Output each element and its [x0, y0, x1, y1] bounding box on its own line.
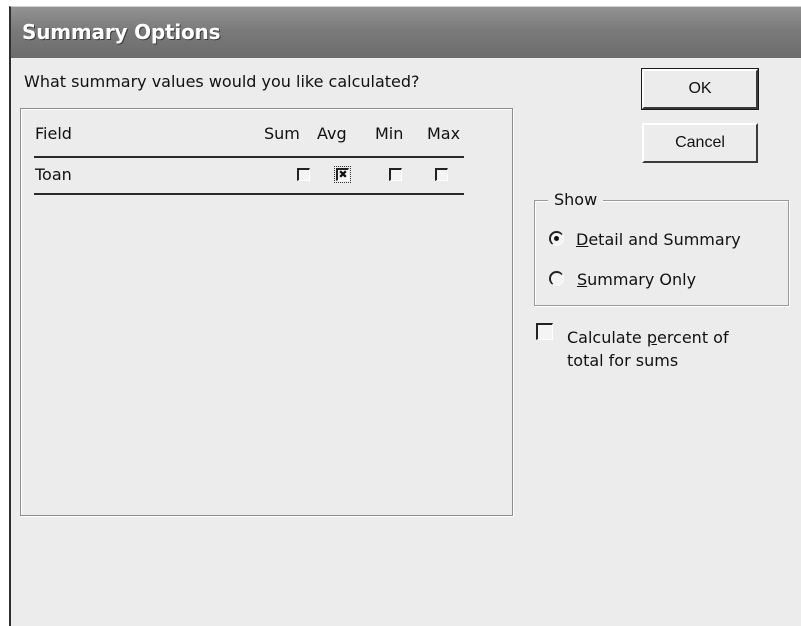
summary-only-label[interactable]: Summary Only — [577, 270, 696, 289]
detail-and-summary-label[interactable]: Detail and Summary — [576, 230, 741, 249]
percent-mnemonic: p — [646, 328, 657, 347]
detail-mnemonic: D — [576, 230, 589, 249]
calculate-percent-label[interactable]: Calculate percent of total for sums — [567, 326, 729, 372]
column-header-sum: Sum — [264, 124, 300, 143]
detail-label-rest: etail and Summary — [588, 230, 741, 249]
ok-button[interactable]: OK — [641, 68, 759, 110]
dialog-title: Summary Options — [22, 20, 221, 44]
percent-suffix: ercent of — [656, 328, 729, 347]
calculate-percent-checkbox[interactable] — [536, 323, 553, 340]
column-header-max: Max — [427, 124, 461, 143]
summary-mnemonic: S — [577, 270, 588, 289]
calculate-percent-line2: total for sums — [567, 351, 679, 370]
show-groupbox — [534, 200, 789, 306]
column-header-min: Min — [375, 124, 404, 143]
cancel-button[interactable]: Cancel — [642, 123, 758, 163]
summary-only-radio[interactable] — [549, 271, 564, 286]
header-divider — [34, 156, 464, 158]
field-name-toan: Toan — [35, 165, 72, 184]
title-bar[interactable]: Summary Options — [11, 7, 801, 58]
show-group-legend: Show — [548, 190, 604, 209]
avg-checkbox[interactable]: ✖ — [334, 166, 351, 183]
detail-and-summary-radio[interactable] — [549, 231, 564, 246]
column-header-field: Field — [35, 124, 72, 143]
max-checkbox[interactable] — [435, 168, 448, 181]
row-divider — [34, 193, 464, 195]
min-checkbox[interactable] — [389, 168, 402, 181]
calculate-percent-line1: Calculate percent of — [567, 326, 729, 349]
percent-prefix: Calculate — [567, 328, 647, 347]
summary-label-rest: ummary Only — [587, 270, 697, 289]
prompt-text: What summary values would you like calcu… — [24, 72, 420, 91]
radio-selected-dot — [554, 236, 559, 241]
sum-checkbox[interactable] — [297, 168, 310, 181]
column-header-avg: Avg — [317, 124, 347, 143]
